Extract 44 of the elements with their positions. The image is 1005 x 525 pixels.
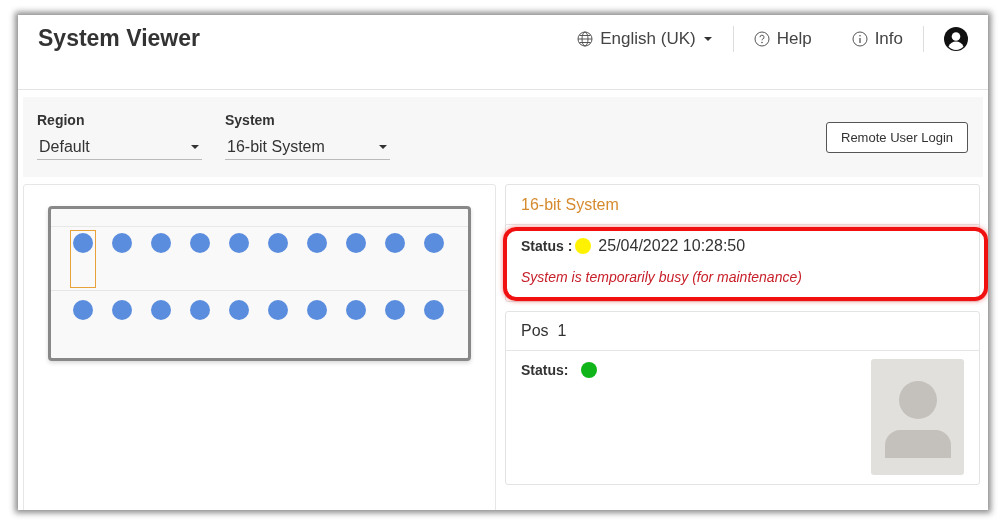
position-dot	[151, 300, 171, 320]
position-slot[interactable]	[70, 230, 96, 288]
status-timestamp: 25/04/2022 10:28:50	[598, 237, 746, 255]
info-link[interactable]: Info	[831, 29, 923, 49]
position-dot	[424, 233, 444, 253]
position-dot	[346, 233, 366, 253]
position-dot	[190, 233, 210, 253]
position-dot	[346, 300, 366, 320]
caret-icon	[190, 143, 200, 150]
position-dot	[385, 233, 405, 253]
help-link[interactable]: Help	[733, 29, 832, 49]
language-selector[interactable]: English (UK)	[577, 29, 733, 49]
position-dot	[307, 233, 327, 253]
position-dot	[307, 300, 327, 320]
position-dot	[112, 300, 132, 320]
position-dot	[151, 233, 171, 253]
dropdown[interactable]: Default	[37, 134, 202, 160]
question-icon	[753, 31, 770, 47]
app-title: System Viewer	[38, 25, 200, 52]
position-dot	[73, 233, 93, 253]
position-dot	[73, 300, 93, 320]
position-dot	[190, 300, 210, 320]
avatar-icon	[871, 359, 964, 475]
user-icon[interactable]	[944, 27, 968, 51]
position-dot	[229, 300, 249, 320]
globe-icon	[577, 31, 594, 47]
remote-login-button[interactable]: Remote User Login	[826, 122, 968, 153]
info-icon	[851, 31, 868, 47]
system-title: 16-bit System	[506, 185, 979, 225]
filter-label: Region	[37, 112, 86, 128]
status-label: Status:	[521, 362, 569, 378]
position-dot	[424, 300, 444, 320]
position-dot	[268, 233, 288, 253]
dropdown[interactable]: 16-bit System	[225, 134, 390, 160]
position-dot	[112, 233, 132, 253]
position-dot	[229, 233, 249, 253]
position-title: Pos 1	[506, 312, 979, 351]
caret-icon	[702, 36, 713, 42]
position-dot	[385, 300, 405, 320]
caret-icon	[378, 143, 388, 150]
status-label: Status :	[521, 238, 573, 254]
status-message: System is temporarily busy (for maintenance)	[521, 269, 803, 285]
filter-label: System	[225, 112, 276, 128]
position-dot	[268, 300, 288, 320]
